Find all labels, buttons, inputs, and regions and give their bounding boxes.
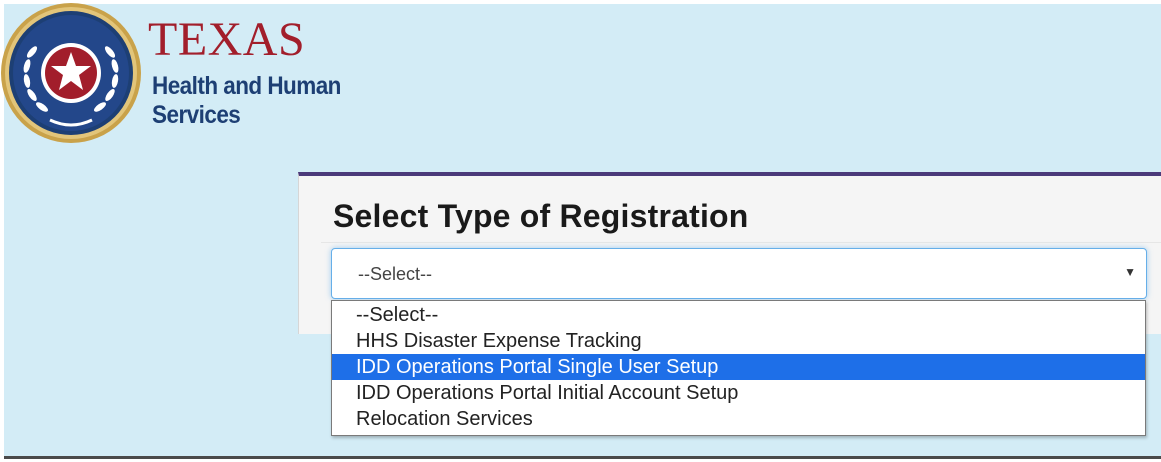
page-bottom-border <box>4 456 1161 459</box>
texas-seal-icon <box>1 3 141 143</box>
option-hhs-disaster-expense-tracking[interactable]: HHS Disaster Expense Tracking <box>332 328 1145 354</box>
brand-subtitle-line2: Services <box>152 101 241 129</box>
brand-subtitle: Health and Human Services <box>152 72 341 130</box>
registration-type-dropdown[interactable]: --Select-- HHS Disaster Expense Tracking… <box>331 300 1146 436</box>
divider <box>321 242 1161 243</box>
brand-subtitle-line1: Health and Human <box>152 72 341 100</box>
option-idd-single-user-setup[interactable]: IDD Operations Portal Single User Setup <box>332 354 1145 380</box>
page-title: Select Type of Registration <box>333 198 749 234</box>
option-relocation-services[interactable]: Relocation Services <box>332 406 1145 432</box>
select-current-value: --Select-- <box>358 264 433 284</box>
option-select[interactable]: --Select-- <box>332 302 1145 328</box>
registration-type-select[interactable]: --Select-- ▼ <box>331 248 1147 299</box>
option-idd-initial-account-setup[interactable]: IDD Operations Portal Initial Account Se… <box>332 380 1145 406</box>
brand-title: TEXAS <box>148 13 306 66</box>
caret-down-icon: ▼ <box>1124 265 1136 279</box>
